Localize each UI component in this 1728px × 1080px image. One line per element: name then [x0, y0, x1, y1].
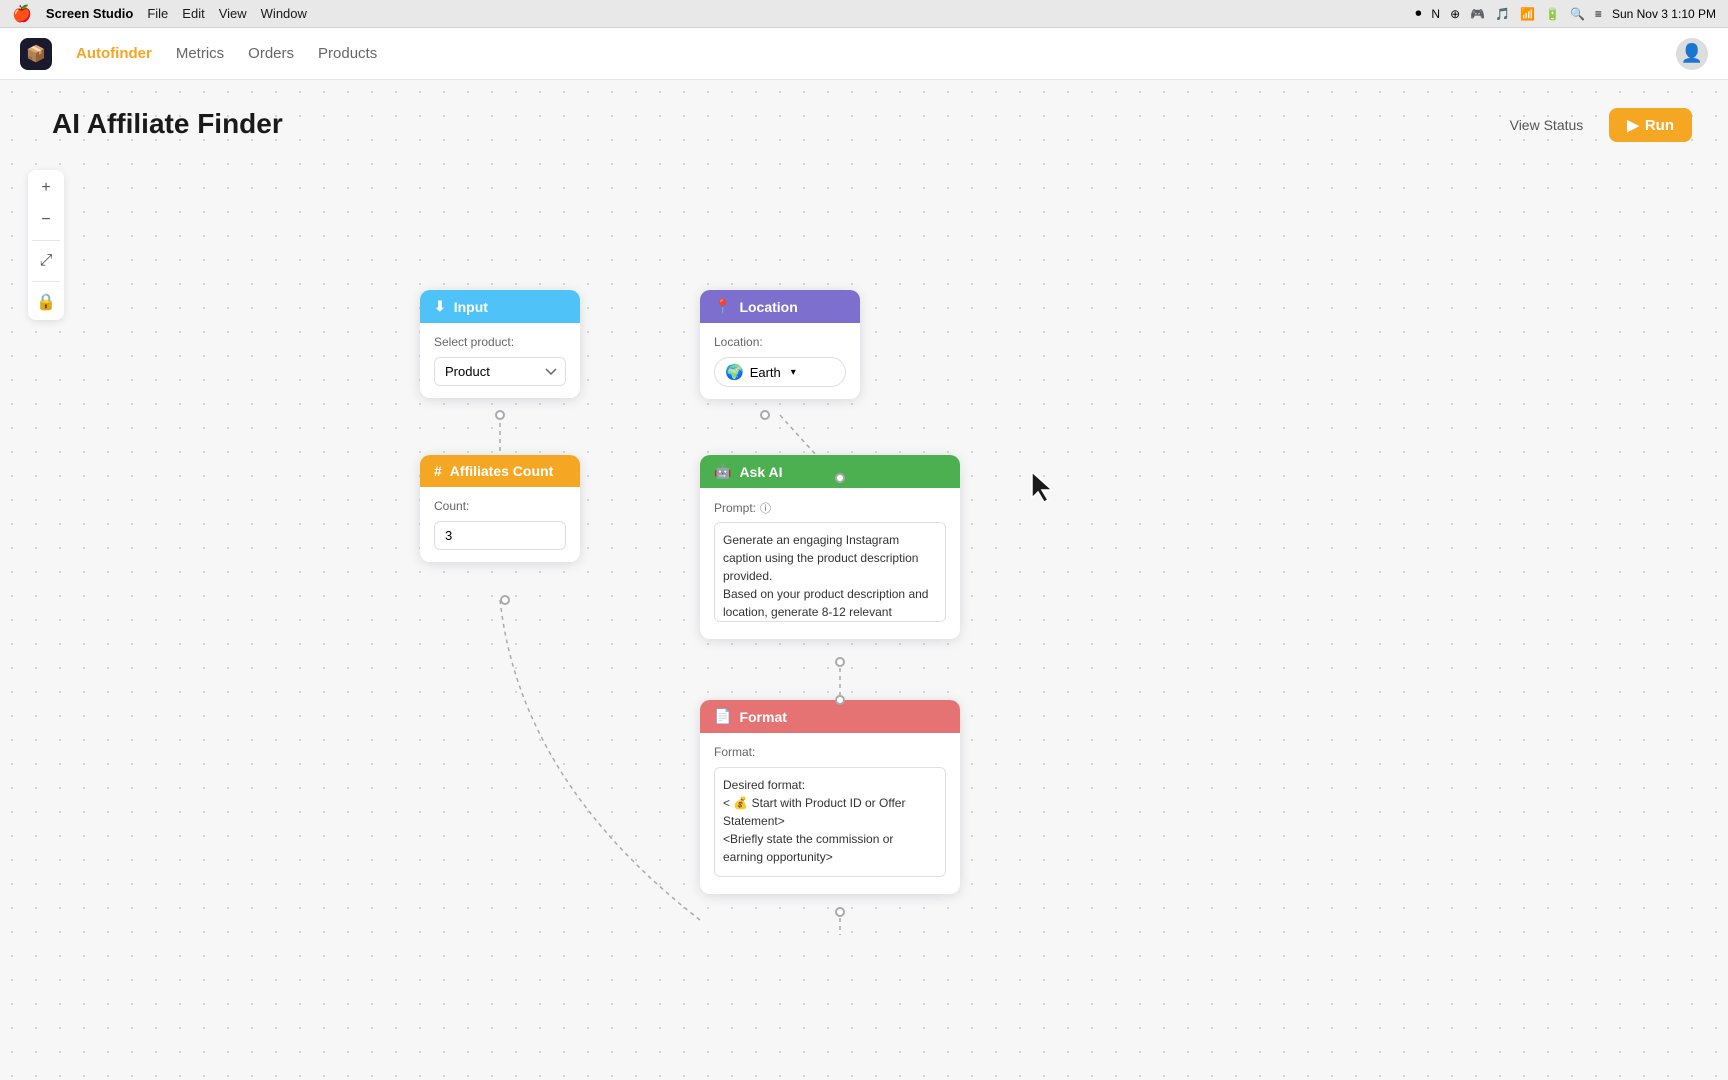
affiliates-title: Affiliates Count [450, 463, 553, 479]
input-node: ⬇ Input Select product: Product Service … [420, 290, 580, 398]
cursor [1030, 470, 1060, 505]
location-bottom-dot [760, 410, 770, 420]
run-label: Run [1645, 117, 1674, 134]
format-node: 📄 Format Format: Desired format: < 💰 Sta… [700, 700, 960, 894]
run-button[interactable]: ▶ Run [1609, 108, 1692, 142]
canvas-controls: + − ⤢ 🔒 [28, 170, 64, 320]
menubar-left: 🍎 Screen Studio File Edit View Window [12, 4, 307, 24]
menubar: 🍎 Screen Studio File Edit View Window ⏺ … [0, 0, 1728, 28]
affiliates-node-body: Count: [420, 487, 580, 562]
window-menu[interactable]: Window [261, 6, 307, 21]
prompt-textarea[interactable]: Generate an engaging Instagram caption u… [714, 522, 946, 622]
askai-icon: 🤖 [714, 463, 731, 480]
view-menu[interactable]: View [219, 6, 247, 21]
record-icon[interactable]: ⏺ [1415, 6, 1421, 21]
location-chevron-icon: ▾ [791, 367, 796, 378]
header-right: 👤 [1676, 38, 1708, 70]
notion-icon[interactable]: N [1431, 7, 1440, 21]
app-header: 📦 Autofinder Metrics Orders Products 👤 [0, 28, 1728, 80]
canvas-divider-2 [32, 281, 60, 282]
format-icon: 📄 [714, 708, 731, 725]
nav-autofinder[interactable]: Autofinder [76, 41, 152, 66]
nav-products[interactable]: Products [318, 41, 377, 66]
prompt-label: Prompt: [714, 501, 756, 515]
prompt-info: Prompt: ⓘ [714, 500, 946, 516]
affiliates-label: Count: [434, 499, 566, 513]
file-menu[interactable]: File [147, 6, 168, 21]
apple-menu[interactable]: 🍎 [12, 4, 32, 24]
affiliates-bottom-dot [500, 595, 510, 605]
hash-icon: # [434, 463, 442, 479]
askai-node-body: Prompt: ⓘ Generate an engaging Instagram… [700, 488, 960, 639]
page-title: AI Affiliate Finder [52, 108, 283, 140]
format-node-header: 📄 Format [700, 700, 960, 733]
affiliates-node: # Affiliates Count Count: [420, 455, 580, 562]
wifi-icon[interactable]: 📶 [1520, 7, 1535, 21]
location-title: Location [739, 299, 797, 315]
format-top-dot [835, 695, 845, 705]
lock-button[interactable]: 🔒 [32, 288, 60, 316]
location-icon: 📍 [714, 298, 731, 315]
location-label: Location: [714, 335, 846, 349]
gamepad-icon[interactable]: 🎮 [1470, 7, 1485, 21]
askai-title: Ask AI [739, 464, 782, 480]
fit-button[interactable]: ⤢ [32, 247, 60, 275]
run-icon: ▶ [1627, 116, 1639, 134]
control-icon[interactable]: ≡ [1595, 7, 1602, 21]
main-canvas[interactable]: AI Affiliate Finder View Status ▶ Run + … [0, 80, 1728, 1080]
app-menu[interactable]: Screen Studio [46, 6, 133, 21]
format-label: Format: [714, 745, 946, 759]
view-status-button[interactable]: View Status [1496, 109, 1598, 141]
nav-metrics[interactable]: Metrics [176, 41, 224, 66]
format-textarea[interactable]: Desired format: < 💰 Start with Product I… [714, 767, 946, 877]
edit-menu[interactable]: Edit [182, 6, 204, 21]
clock: Sun Nov 3 1:10 PM [1612, 7, 1716, 21]
zoom-out-button[interactable]: − [32, 206, 60, 234]
input-label: Select product: [434, 335, 566, 349]
affiliates-node-header: # Affiliates Count [420, 455, 580, 487]
canvas-divider-1 [32, 240, 60, 241]
input-node-header: ⬇ Input [420, 290, 580, 323]
top-actions: View Status ▶ Run [1496, 108, 1692, 142]
product-select[interactable]: Product Service Bundle [434, 357, 566, 386]
prompt-info-icon: ⓘ [760, 500, 771, 516]
askai-bottom-dot [835, 657, 845, 667]
input-title: Input [454, 299, 488, 315]
logo-icon: 📦 [26, 44, 46, 64]
page-title-area: AI Affiliate Finder [52, 108, 283, 140]
format-title: Format [739, 709, 786, 725]
input-bottom-dot [495, 410, 505, 420]
input-node-body: Select product: Product Service Bundle [420, 323, 580, 398]
askai-node: 🤖 Ask AI Prompt: ⓘ Generate an engaging … [700, 455, 960, 639]
battery-icon[interactable]: 🔋 [1545, 7, 1560, 21]
location-node-header: 📍 Location [700, 290, 860, 323]
app-logo: 📦 [20, 38, 52, 70]
wifi-extra-icon[interactable]: ⊕ [1450, 7, 1460, 21]
music-icon[interactable]: 🎵 [1495, 7, 1510, 21]
user-avatar[interactable]: 👤 [1676, 38, 1708, 70]
format-bottom-dot [835, 907, 845, 917]
format-node-body: Format: Desired format: < 💰 Start with P… [700, 733, 960, 894]
location-node-body: Location: 🌍 Earth ▾ [700, 323, 860, 399]
zoom-in-button[interactable]: + [32, 174, 60, 202]
menubar-right: ⏺ N ⊕ 🎮 🎵 📶 🔋 🔍 ≡ Sun Nov 3 1:10 PM [1415, 6, 1716, 21]
location-value: Earth [750, 365, 781, 380]
location-node: 📍 Location Location: 🌍 Earth ▾ [700, 290, 860, 399]
input-icon: ⬇ [434, 298, 446, 315]
location-pill[interactable]: 🌍 Earth ▾ [714, 357, 846, 387]
nav-orders[interactable]: Orders [248, 41, 294, 66]
count-input[interactable] [434, 521, 566, 550]
globe-icon: 🌍 [725, 363, 744, 381]
askai-top-dot [835, 473, 845, 483]
search-icon[interactable]: 🔍 [1570, 7, 1585, 21]
askai-node-header: 🤖 Ask AI [700, 455, 960, 488]
